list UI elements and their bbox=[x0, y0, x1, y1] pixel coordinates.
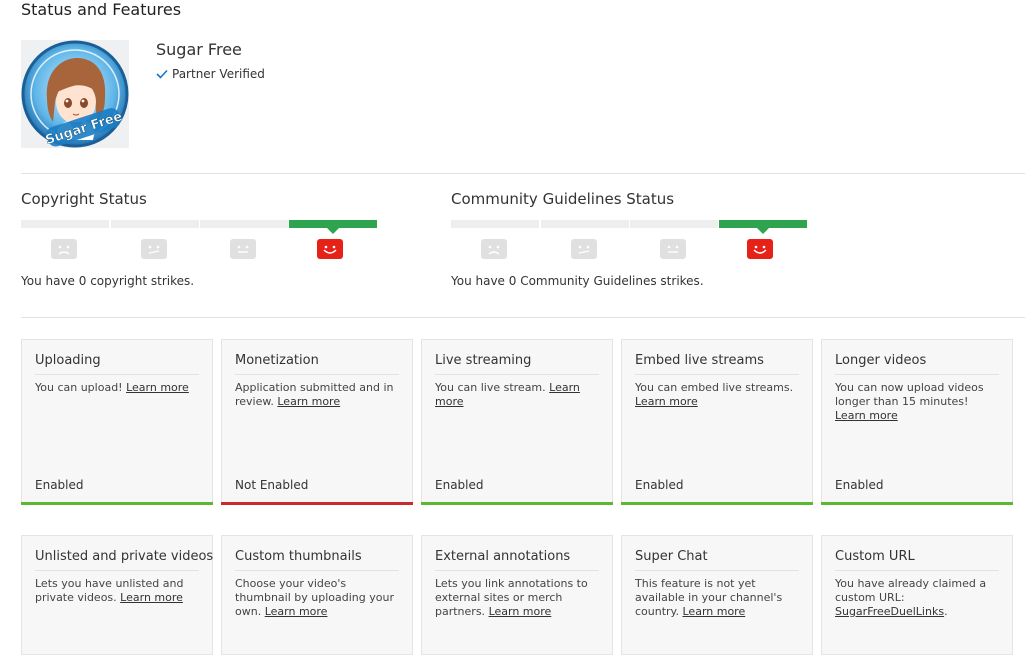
feature-card-custom-url: Custom URL You have already claimed a cu… bbox=[821, 535, 1013, 655]
meter-segment-2-strikes bbox=[541, 220, 629, 228]
meter-segment-3-strikes bbox=[21, 220, 109, 228]
divider bbox=[21, 173, 1025, 174]
feature-status: Enabled bbox=[835, 478, 884, 492]
feature-status: Enabled bbox=[35, 478, 84, 492]
feature-card-external-annotations: External annotations Lets you link annot… bbox=[421, 535, 613, 655]
feature-title: Super Chat bbox=[635, 549, 708, 564]
neutral-face-icon bbox=[230, 239, 256, 259]
happy-face-icon bbox=[317, 239, 343, 259]
copyright-status-section: Copyright Status You have 0 copyright st… bbox=[21, 190, 381, 288]
feature-card-unlisted-private-videos: Unlisted and private videos Lets you hav… bbox=[21, 535, 213, 655]
feature-card-monetization: Monetization Application submitted and i… bbox=[221, 339, 413, 505]
feature-title: Monetization bbox=[235, 353, 319, 368]
community-guidelines-status-section: Community Guidelines Status You have 0 C… bbox=[451, 190, 811, 288]
unsure-face-icon bbox=[571, 239, 597, 259]
status-bar-enabled bbox=[421, 502, 613, 505]
learn-more-link[interactable]: Learn more bbox=[120, 591, 183, 604]
feature-description: You can upload! Learn more bbox=[35, 381, 189, 394]
feature-title: Uploading bbox=[35, 353, 101, 368]
feature-description: Application submitted and in review. Lea… bbox=[235, 381, 394, 408]
learn-more-link[interactable]: Learn more bbox=[835, 409, 898, 422]
meter-segment-1-strike bbox=[200, 220, 288, 228]
learn-more-link[interactable]: Learn more bbox=[277, 395, 340, 408]
feature-status: Enabled bbox=[635, 478, 684, 492]
checkmark-icon bbox=[156, 69, 168, 79]
meter-segment-3-strikes bbox=[451, 220, 539, 228]
status-bar-not-enabled bbox=[221, 502, 413, 505]
copyright-strike-meter bbox=[21, 220, 377, 259]
sad-face-icon bbox=[481, 239, 507, 259]
community-guidelines-status-title: Community Guidelines Status bbox=[451, 190, 675, 208]
feature-description: You can live stream. Learn more bbox=[435, 381, 580, 408]
partner-verified-label: Partner Verified bbox=[172, 67, 265, 81]
community-strike-meter bbox=[451, 220, 807, 259]
happy-face-icon bbox=[747, 239, 773, 259]
neutral-face-icon bbox=[660, 239, 686, 259]
status-bar-enabled bbox=[821, 502, 1013, 505]
copyright-status-title: Copyright Status bbox=[21, 190, 147, 208]
unsure-face-icon bbox=[141, 239, 167, 259]
feature-description: You have already claimed a custom URL: S… bbox=[835, 577, 987, 618]
feature-card-longer-videos: Longer videos You can now upload videos … bbox=[821, 339, 1013, 505]
feature-status: Enabled bbox=[435, 478, 484, 492]
feature-title: Longer videos bbox=[835, 353, 927, 368]
divider bbox=[21, 317, 1025, 318]
channel-name[interactable]: Sugar Free bbox=[156, 40, 242, 59]
custom-url-link[interactable]: SugarFreeDuelLinks bbox=[835, 605, 944, 618]
status-bar-enabled bbox=[21, 502, 213, 505]
feature-card-live-streaming: Live streaming You can live stream. Lear… bbox=[421, 339, 613, 505]
feature-description: Choose your video's thumbnail by uploadi… bbox=[235, 577, 394, 618]
feature-title: Custom URL bbox=[835, 549, 915, 564]
learn-more-link[interactable]: Learn more bbox=[265, 605, 328, 618]
feature-description: You can embed live streams. Learn more bbox=[635, 381, 794, 408]
feature-description: You can now upload videos longer than 15… bbox=[835, 381, 984, 422]
feature-card-custom-thumbnails: Custom thumbnails Choose your video's th… bbox=[221, 535, 413, 655]
feature-description: Lets you have unlisted and private video… bbox=[35, 577, 184, 604]
status-bar-enabled bbox=[621, 502, 813, 505]
channel-avatar: Sugar Free bbox=[21, 40, 129, 148]
learn-more-link[interactable]: Learn more bbox=[489, 605, 552, 618]
sad-face-icon bbox=[51, 239, 77, 259]
meter-segment-2-strikes bbox=[111, 220, 199, 228]
partner-verified-badge: Partner Verified bbox=[156, 67, 265, 81]
feature-card-super-chat: Super Chat This feature is not yet avail… bbox=[621, 535, 813, 655]
feature-title: Unlisted and private videos bbox=[35, 549, 214, 564]
feature-title: External annotations bbox=[435, 549, 571, 564]
page-title: Status and Features bbox=[21, 0, 182, 19]
meter-segment-0-strikes bbox=[719, 220, 807, 234]
meter-segment-0-strikes bbox=[289, 220, 377, 234]
meter-segment-1-strike bbox=[630, 220, 718, 228]
community-strikes-message: You have 0 Community Guidelines strikes. bbox=[451, 274, 704, 288]
feature-status: Not Enabled bbox=[235, 478, 309, 492]
feature-description: This feature is not yet available in you… bbox=[635, 577, 783, 618]
learn-more-link[interactable]: Learn more bbox=[126, 381, 189, 394]
copyright-strikes-message: You have 0 copyright strikes. bbox=[21, 274, 195, 288]
feature-card-embed-live-streams: Embed live streams You can embed live st… bbox=[621, 339, 813, 505]
feature-title: Embed live streams bbox=[635, 353, 764, 368]
feature-title: Custom thumbnails bbox=[235, 549, 362, 564]
learn-more-link[interactable]: Learn more bbox=[683, 605, 746, 618]
learn-more-link[interactable]: Learn more bbox=[635, 395, 698, 408]
feature-card-uploading: Uploading You can upload! Learn more Ena… bbox=[21, 339, 213, 505]
feature-title: Live streaming bbox=[435, 353, 532, 368]
feature-description: Lets you link annotations to external si… bbox=[435, 577, 588, 618]
